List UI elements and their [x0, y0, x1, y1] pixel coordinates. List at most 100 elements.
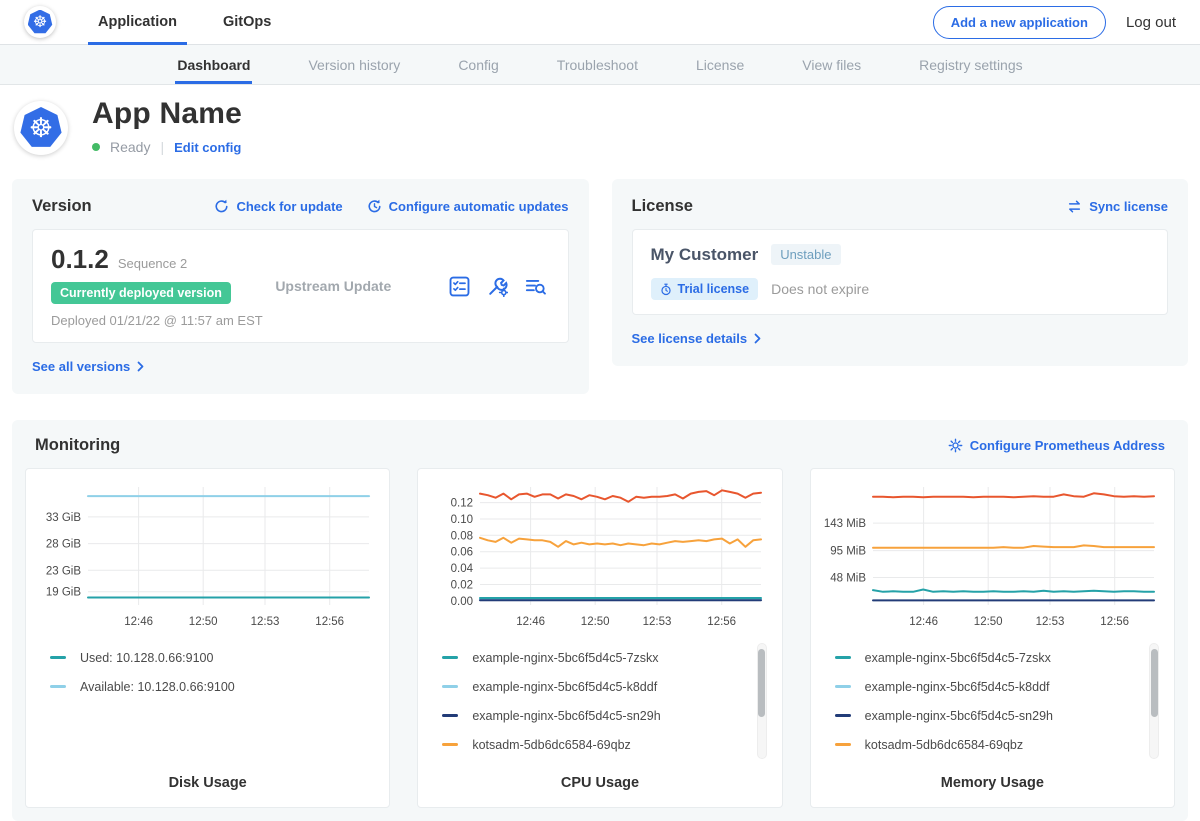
legend-swatch	[442, 685, 458, 688]
svg-text:0.00: 0.00	[451, 596, 473, 608]
tab-troubleshoot[interactable]: Troubleshoot	[555, 45, 640, 84]
legend-item: example-nginx-5bc6f5d4c5-k8ddf	[835, 672, 1162, 701]
cpu-usage-chart: 12:4612:5012:5312:560.120.100.080.060.04…	[430, 479, 769, 631]
license-panel: License Sync license My Customer Unstabl…	[612, 179, 1189, 366]
svg-text:0.06: 0.06	[451, 547, 473, 559]
logout-link[interactable]: Log out	[1126, 14, 1176, 31]
license-details-card: My Customer Unstable Trial license Does …	[632, 229, 1169, 315]
version-source-label: Upstream Update	[275, 278, 448, 294]
legend-label: kotsadm-5db6dc6584-69qbz	[865, 738, 1023, 752]
legend-swatch	[442, 714, 458, 717]
cpu-usage-legend: example-nginx-5bc6f5d4c5-7zskxexample-ng…	[430, 643, 769, 761]
nav-tab-application[interactable]: Application	[88, 0, 187, 44]
legend-scrollbar[interactable]	[1149, 643, 1159, 759]
legend-label: kotsadm-5db6dc6584-69qbz	[472, 738, 630, 752]
chevron-right-icon	[754, 333, 761, 344]
legend-label: Available: 10.128.0.66:9100	[80, 680, 235, 694]
top-nav: ☸ Application GitOps Add a new applicati…	[0, 0, 1200, 45]
svg-text:12:50: 12:50	[581, 616, 610, 628]
svg-text:12:50: 12:50	[973, 616, 1002, 628]
app-icon: ☸	[14, 101, 68, 155]
chart-title: Memory Usage	[823, 775, 1162, 791]
svg-text:23 GiB: 23 GiB	[46, 565, 81, 577]
svg-text:12:53: 12:53	[1035, 616, 1064, 628]
app-header: ☸ App Name Ready | Edit config	[0, 85, 1200, 173]
customer-name: My Customer	[651, 245, 759, 265]
tab-registry-settings[interactable]: Registry settings	[917, 45, 1024, 84]
legend-swatch	[442, 743, 458, 746]
nav-tab-application-label: Application	[98, 14, 177, 30]
legend-swatch	[835, 656, 851, 659]
page-title: App Name	[92, 97, 242, 131]
license-panel-title: License	[632, 197, 693, 216]
see-all-versions-label: See all versions	[32, 359, 130, 374]
see-all-versions-link[interactable]: See all versions	[32, 359, 144, 374]
tab-view-files[interactable]: View files	[800, 45, 863, 84]
currently-deployed-badge: Currently deployed version	[51, 282, 231, 304]
legend-scrollbar-thumb[interactable]	[758, 649, 765, 717]
version-panel: Version Check for update Configure autom…	[12, 179, 589, 394]
legend-scrollbar[interactable]	[757, 643, 767, 759]
svg-text:48 MiB: 48 MiB	[830, 573, 866, 585]
svg-text:95 MiB: 95 MiB	[830, 546, 866, 558]
legend-item: Used: 10.128.0.66:9100	[50, 643, 377, 672]
legend-swatch	[835, 685, 851, 688]
version-number: 0.1.2	[51, 244, 109, 275]
svg-text:19 GiB: 19 GiB	[46, 587, 81, 599]
legend-label: Used: 10.128.0.66:9100	[80, 651, 213, 665]
preflight-checks-icon[interactable]	[449, 276, 470, 297]
config-tools-icon[interactable]	[487, 276, 508, 297]
svg-text:12:46: 12:46	[124, 616, 153, 628]
svg-text:143 MiB: 143 MiB	[823, 518, 866, 530]
nav-tab-gitops[interactable]: GitOps	[213, 0, 281, 44]
see-license-details-label: See license details	[632, 331, 748, 346]
check-for-update-link[interactable]: Check for update	[214, 199, 342, 214]
configure-prometheus-link[interactable]: Configure Prometheus Address	[948, 438, 1165, 453]
svg-text:12:46: 12:46	[517, 616, 546, 628]
legend-label: example-nginx-5bc6f5d4c5-sn29h	[472, 709, 660, 723]
legend-item: example-nginx-5bc6f5d4c5-k8ddf	[442, 672, 769, 701]
svg-text:12:56: 12:56	[1100, 616, 1129, 628]
legend-item: example-nginx-5bc6f5d4c5-sn29h	[442, 701, 769, 730]
disk-usage-legend: Used: 10.128.0.66:9100 Available: 10.128.…	[38, 643, 377, 761]
kubernetes-logo[interactable]: ☸	[24, 0, 56, 44]
svg-text:33 GiB: 33 GiB	[46, 512, 81, 524]
current-version-card: 0.1.2 Sequence 2 Currently deployed vers…	[32, 229, 569, 343]
chart-title: Disk Usage	[38, 775, 377, 791]
edit-config-link[interactable]: Edit config	[174, 140, 241, 155]
tab-dashboard[interactable]: Dashboard	[175, 45, 252, 84]
deploy-logs-icon[interactable]	[525, 276, 546, 297]
license-expiry: Does not expire	[771, 281, 869, 297]
legend-label: example-nginx-5bc6f5d4c5-k8ddf	[865, 680, 1050, 694]
memory-usage-chart: 12:46 12:50 12:53 12:56 143 MiB 95 MiB 48 MiB	[823, 479, 1162, 631]
kubernetes-wheel-icon: ☸	[20, 107, 62, 149]
legend-item: example-nginx-5bc6f5d4c5-7zskx	[835, 643, 1162, 672]
disk-usage-chart: 12:4612:5012:5312:5633 GiB28 GiB23 GiB19…	[38, 479, 377, 631]
legend-item: example-nginx-5bc6f5d4c5-7zskx	[442, 643, 769, 672]
legend-scrollbar-thumb[interactable]	[1151, 649, 1158, 717]
sync-license-link[interactable]: Sync license	[1067, 199, 1168, 214]
deployed-timestamp: Deployed 01/21/22 @ 11:57 am EST	[51, 313, 275, 328]
cpu-usage-card: 12:4612:5012:5312:560.120.100.080.060.04…	[417, 468, 782, 808]
svg-text:0.10: 0.10	[451, 514, 473, 526]
legend-label: example-nginx-5bc6f5d4c5-7zskx	[865, 651, 1051, 665]
legend-swatch	[50, 685, 66, 688]
see-license-details-link[interactable]: See license details	[632, 331, 762, 346]
svg-text:0.12: 0.12	[451, 498, 473, 510]
license-type-label: Trial license	[678, 282, 750, 296]
svg-text:12:46: 12:46	[909, 616, 938, 628]
svg-text:12:56: 12:56	[315, 616, 344, 628]
status-dot	[92, 143, 100, 151]
tab-version-history[interactable]: Version history	[306, 45, 402, 84]
configure-automatic-updates-link[interactable]: Configure automatic updates	[367, 199, 569, 214]
legend-item: Available: 10.128.0.66:9100	[50, 672, 377, 701]
svg-text:0.02: 0.02	[451, 580, 473, 592]
kubernetes-logo-badge: ☸	[24, 6, 56, 38]
top-nav-tabs: Application GitOps	[88, 0, 281, 44]
stopwatch-icon	[660, 283, 672, 296]
sync-license-label: Sync license	[1089, 199, 1168, 214]
tab-license[interactable]: License	[694, 45, 746, 84]
monitoring-panel: Monitoring Configure Prometheus Address …	[12, 420, 1188, 821]
add-application-button[interactable]: Add a new application	[933, 6, 1106, 39]
tab-config[interactable]: Config	[456, 45, 500, 84]
